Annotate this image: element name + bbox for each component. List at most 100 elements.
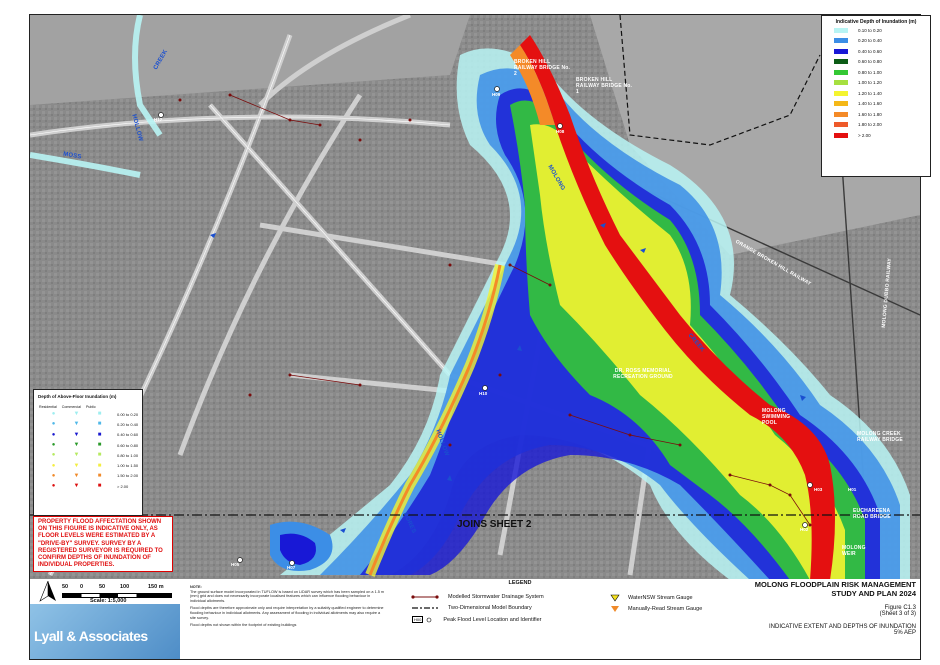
public-symbol: ■	[97, 411, 102, 418]
manual-gauge-icon	[611, 606, 619, 612]
depth-label: 1.00 to 1.20	[858, 80, 882, 86]
depth-label: 0.10 to 0.20	[858, 27, 882, 33]
commercial-symbol: ▼	[73, 462, 80, 469]
floor-legend-item: ● ▼ ■ 0.60 to 0.80	[42, 440, 142, 450]
depth-label: 1.40 to 1.60	[858, 101, 882, 107]
label-broken-hill-bridge-1: BROKEN HILL RAILWAY BRIDGE No. 1	[576, 77, 633, 95]
legend-peak-label: Peak Flood Level Location and Identifier	[443, 616, 542, 623]
depth-legend-item: 0.60 to 0.80	[834, 57, 930, 68]
floor-legend: Depth of Above-Floor Inundation (m) Resi…	[33, 389, 143, 516]
residential-symbol: ●	[51, 472, 56, 479]
depth-label: 1.80 to 2.00	[858, 122, 882, 128]
residential-symbol: ●	[51, 462, 56, 469]
depth-legend-item: 1.40 to 1.60	[834, 99, 930, 110]
floor-legend-item: ● ▼ ■ > 2.00	[42, 481, 142, 491]
floor-label: 1.00 to 1.50	[117, 463, 139, 469]
legend-manual-label: Manually-Read Stream Gauge	[628, 606, 703, 612]
depth-legend-item: 1.80 to 2.00	[834, 120, 930, 131]
peak-label: H12	[154, 117, 163, 122]
title-line-1: MOLONG FLOODPLAIN RISK MANAGEMENT	[754, 580, 916, 589]
peak-label: H09	[492, 92, 501, 97]
depth-swatch	[834, 59, 848, 65]
scale-tick: 100	[120, 584, 130, 590]
legend-boundary-label: Two-Dimensional Model Boundary	[448, 605, 532, 611]
peak-label: H02	[800, 527, 809, 532]
commercial-symbol: ▼	[73, 472, 80, 479]
public-symbol: ■	[97, 442, 102, 449]
depth-swatch	[834, 90, 848, 96]
note-p3: Flood depths not shown within the footpr…	[190, 623, 297, 628]
public-symbol: ■	[97, 452, 102, 459]
depth-legend-item: 0.10 to 0.20	[834, 25, 930, 36]
depth-swatch	[834, 111, 848, 117]
legend-waternsw: WaterNSW Stream Gauge	[610, 594, 693, 602]
depth-label: 1.20 to 1.40	[858, 90, 882, 96]
scale-tick: 50	[99, 584, 106, 590]
depth-legend-rows: 0.10 to 0.20 0.20 to 0.40 0.40 to 0.60 0.60…	[822, 25, 930, 141]
residential-symbol: ●	[51, 431, 56, 438]
label-swimming-pool: MOLONG SWIMMING POOL	[762, 408, 791, 426]
depth-swatch	[834, 27, 848, 33]
peak-label: H05	[231, 562, 240, 567]
depth-legend-item: 1.60 to 1.80	[834, 109, 930, 120]
depth-legend-item: 0.80 to 1.00	[834, 67, 930, 78]
floor-legend-item: ● ▼ ■ 0.20 to 0.40	[42, 419, 142, 429]
label-rec-ground: DR. ROSS MEMORIAL RECREATION GROUND	[613, 368, 673, 380]
joins-sheet-label: JOINS SHEET 2	[457, 519, 532, 530]
floor-label: 0.20 to 0.40	[117, 421, 139, 427]
floor-legend-item: ● ▼ ■ 1.50 to 2.00	[42, 471, 142, 481]
depth-swatch	[834, 38, 848, 44]
depth-legend-item: > 2.00	[834, 130, 930, 141]
peak-label: H08	[556, 129, 565, 134]
legend-boundary: Two-Dimensional Model Boundary	[410, 605, 532, 611]
label-euchareena-bridge: EUCHAREENA ROAD BRIDGE	[853, 508, 891, 520]
depth-swatch	[834, 122, 848, 128]
peak-circle-icon	[427, 617, 432, 622]
depth-swatch	[834, 132, 848, 138]
warning-note: PROPERTY FLOOD AFFECTATION SHOWN ON THIS…	[33, 516, 173, 572]
header-public: Public	[85, 405, 96, 409]
depth-legend-item: 0.20 to 0.40	[834, 36, 930, 47]
depth-label: 0.40 to 0.60	[858, 48, 882, 54]
floor-label: 1.50 to 2.00	[117, 473, 139, 479]
depth-label: 1.60 to 1.80	[858, 111, 882, 117]
floor-legend-item: ● ▼ ■ 0.80 to 1.00	[42, 450, 142, 460]
north-arrow-icon	[39, 581, 56, 602]
floor-legend-rows: ● ▼ ■ 0.00 to 0.20 ● ▼ ■ 0.20 to 0.40 ● ▼ ■ 0.40 to…	[34, 409, 142, 491]
depth-swatch	[834, 69, 848, 75]
depth-swatch	[834, 101, 848, 107]
depth-label: > 2.00	[858, 132, 871, 138]
waternsw-gauge-icon	[610, 594, 620, 602]
scale-tick: 150 m	[148, 584, 164, 590]
scale-tick: 0	[80, 584, 84, 590]
flood-map[interactable]: BROKEN HILL RAILWAY BRIDGE No. 2 BROKEN …	[29, 14, 921, 581]
floor-legend-item: ● ▼ ■ 0.00 to 0.20	[42, 409, 142, 419]
legend-stormwater: Modelled Stormwater Drainage System	[410, 594, 544, 600]
depth-swatch	[834, 48, 848, 54]
map-graphics	[30, 15, 920, 580]
header-commercial: Commercial	[61, 405, 81, 409]
note-block: NOTE: The ground surface model incorpora…	[190, 585, 385, 628]
legend-stormwater-label: Modelled Stormwater Drainage System	[448, 594, 544, 600]
note-p2: Flood depths are therefore approximate o…	[190, 606, 384, 620]
aep-label: 5% AEP	[893, 630, 916, 636]
residential-symbol: ●	[51, 483, 56, 490]
floor-label: 0.60 to 0.80	[117, 442, 139, 448]
peak-label: H03	[814, 487, 823, 492]
depth-legend-item: 0.40 to 0.60	[834, 46, 930, 57]
label-weir: MOLONG WEIR	[842, 545, 866, 557]
peak-label: H10	[479, 391, 488, 396]
public-symbol: ■	[97, 462, 102, 469]
scale-bar: 50 0 50 100 150 m	[62, 584, 172, 598]
depth-legend-item: 1.00 to 1.20	[834, 78, 930, 89]
depth-legend-title: Indicative Depth of Inundation (m)	[835, 19, 917, 25]
depth-label: 0.20 to 0.40	[858, 38, 882, 44]
sheet-number: (Sheet 3 of 3)	[879, 611, 916, 617]
floor-legend-item: ● ▼ ■ 1.00 to 1.50	[42, 460, 142, 470]
commercial-symbol: ▼	[73, 452, 80, 459]
title-block: MOLONG FLOODPLAIN RISK MANAGEMENT STUDY …	[700, 579, 920, 636]
commercial-symbol: ▼	[73, 442, 80, 449]
map-legend: LEGEND Modelled Stormwater Drainage Syst…	[410, 580, 720, 623]
commercial-symbol: ▼	[73, 421, 80, 428]
depth-label: 0.60 to 0.80	[858, 59, 882, 65]
